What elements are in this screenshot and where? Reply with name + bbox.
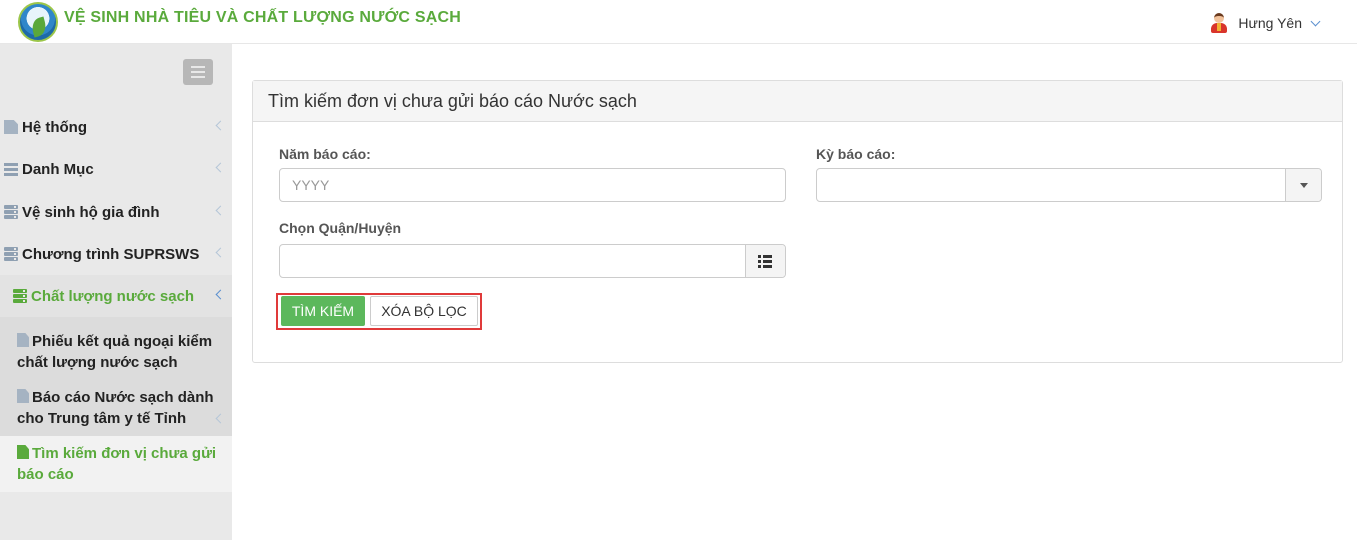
file-icon (17, 389, 29, 403)
sidebar-subitem-label: Phiếu kết quả ngoại kiểm chất lượng nước… (17, 333, 213, 371)
period-select[interactable] (816, 168, 1322, 202)
chevron-left-icon (215, 162, 226, 173)
sidebar-item-label: Chất lượng nước sạch (31, 287, 195, 305)
chevron-left-icon (215, 205, 226, 216)
period-label: Kỳ báo cáo: (816, 146, 896, 162)
chevron-left-icon (215, 289, 226, 300)
app-logo[interactable] (18, 2, 58, 42)
sidebar-subitem-label: Tìm kiếm đơn vị chưa gửi báo cáo (17, 445, 217, 483)
list-icon (758, 255, 772, 268)
user-avatar-icon (1208, 12, 1230, 34)
sidebar-subitem-label: Báo cáo Nước sạch dành cho Trung tâm y t… (17, 389, 214, 427)
year-input[interactable]: YYYY (279, 168, 786, 202)
district-picker-button[interactable] (745, 245, 785, 277)
sidebar-item-label: Vệ sinh hộ gia đình (22, 203, 160, 221)
server-icon (4, 247, 18, 261)
chevron-left-icon (215, 120, 226, 131)
sidebar-subitem-phieu-ket-qua[interactable]: Phiếu kết quả ngoại kiểm chất lượng nước… (0, 331, 232, 373)
sidebar-toggle-button[interactable] (183, 59, 213, 85)
file-icon (4, 120, 18, 134)
sidebar-submenu: Phiếu kết quả ngoại kiểm chất lượng nước… (0, 317, 232, 492)
sidebar-subitem-tim-kiem[interactable]: Tìm kiếm đơn vị chưa gửi báo cáo (0, 436, 232, 492)
chevron-left-icon (215, 413, 226, 424)
server-icon (4, 205, 18, 219)
sidebar-item-label: Hệ thống (22, 118, 87, 136)
sidebar-item-danh-muc[interactable]: Danh Mục (0, 148, 232, 190)
sidebar-subitem-bao-cao-nuoc-sach[interactable]: Báo cáo Nước sạch dành cho Trung tâm y t… (0, 387, 232, 429)
server-icon (13, 289, 27, 303)
file-icon (17, 445, 29, 459)
sidebar-item-chat-luong-nuoc-sach[interactable]: Chất lượng nước sạch (0, 275, 232, 317)
sidebar-item-he-thong[interactable]: Hệ thống (0, 106, 232, 148)
year-label: Năm báo cáo: (279, 146, 371, 162)
panel-title: Tìm kiếm đơn vị chưa gửi báo cáo Nước sạ… (253, 81, 1342, 122)
chevron-left-icon (215, 247, 226, 258)
district-label: Chọn Quận/Huyện (279, 220, 402, 236)
top-header: VỆ SINH NHÀ TIÊU VÀ CHẤT LƯỢNG NƯỚC SẠCH… (0, 0, 1357, 44)
file-icon (17, 333, 29, 347)
sidebar: Hệ thống Danh Mục Vệ sinh hộ gia đình Ch… (0, 44, 232, 540)
sidebar-item-label: Danh Mục (22, 160, 94, 178)
list-icon (4, 162, 18, 176)
chevron-down-icon (1310, 16, 1321, 26)
caret-down-icon[interactable] (1285, 169, 1321, 201)
district-input[interactable] (279, 244, 786, 278)
user-name: Hưng Yên (1238, 15, 1302, 31)
search-button[interactable]: TÌM KIẾM (281, 296, 365, 326)
user-menu[interactable]: Hưng Yên (1208, 12, 1321, 34)
app-title[interactable]: VỆ SINH NHÀ TIÊU VÀ CHẤT LƯỢNG NƯỚC SẠCH (64, 9, 461, 27)
sidebar-item-label: Chương trình SUPRSWS (22, 245, 200, 263)
sidebar-item-chuong-trinh-suprsws[interactable]: Chương trình SUPRSWS (0, 233, 232, 275)
sidebar-item-ve-sinh-ho-gia-dinh[interactable]: Vệ sinh hộ gia đình (0, 191, 232, 233)
clear-filter-button[interactable]: XÓA BỘ LỌC (370, 296, 478, 326)
